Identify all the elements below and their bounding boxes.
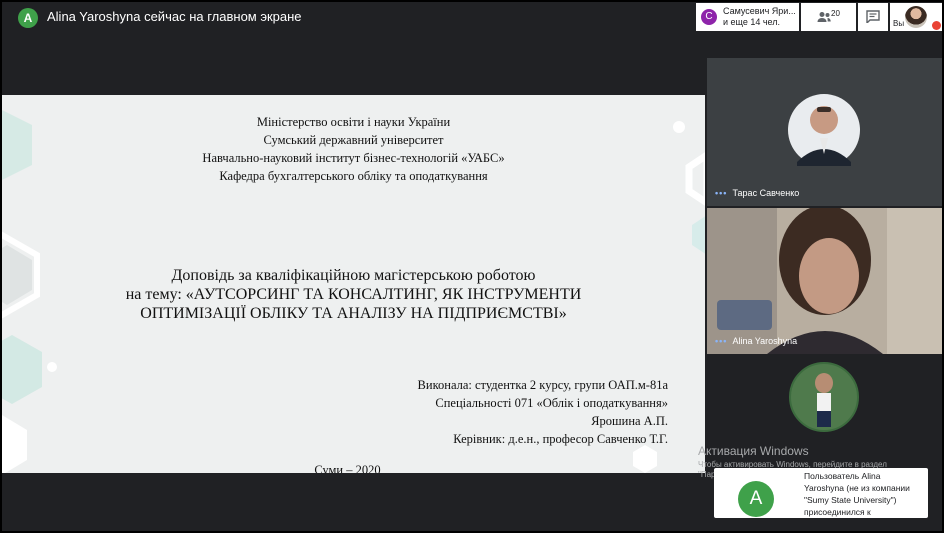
presenter-status: Alina Yaroshyna сейчас на главном экране — [47, 9, 302, 24]
self-avatar — [905, 6, 927, 28]
participant-name-text: Alina Yaroshyna — [732, 336, 798, 346]
participant-tile-savchenko[interactable]: ••• Тарас Савченко — [707, 58, 942, 206]
self-view-button[interactable]: Вы — [890, 3, 942, 31]
windows-activation-title: Активация Windows — [698, 444, 809, 458]
hexagon-decoration-dot — [47, 362, 57, 372]
slide-author-line-1: Виконала: студентка 2 курсу, групи ОАП.м… — [417, 378, 668, 392]
participant-video-yaroshyna — [707, 208, 942, 354]
self-label: Вы — [893, 19, 905, 28]
presenter-avatar: A — [18, 8, 38, 28]
meet-window: A Alina Yaroshyna сейчас на главном экра… — [2, 2, 942, 531]
participants-names: Самусевич Яри... — [723, 6, 795, 16]
chat-button[interactable] — [858, 3, 888, 31]
slide-ministry: Міністерство освіти і науки України — [256, 115, 451, 129]
toast-message: Пользователь Alina Yaroshyna (не из комп… — [804, 471, 910, 517]
people-button[interactable]: 20 — [801, 3, 856, 31]
join-notification[interactable]: A Пользователь Alina Yaroshyna (не из ко… — [714, 468, 928, 518]
mic-off-icon — [932, 21, 941, 30]
people-icon — [817, 12, 831, 22]
participant-name: ••• Alina Yaroshyna — [715, 336, 797, 346]
toast-avatar: A — [738, 481, 774, 517]
participants-summary: Самусевич Яри... и еще 14 чел. — [723, 6, 795, 28]
slide-department: Кафедра бухгалтерського обліку та оподат… — [219, 169, 488, 183]
participant-avatar: С — [701, 9, 717, 25]
slide-supervisor: Керівник: д.е.н., професор Савченко Т.Г. — [453, 432, 668, 446]
slide-university: Сумський державний університет — [263, 133, 444, 147]
participant-name-text: Тарас Савченко — [732, 188, 800, 198]
slide-author-line-2: Спеціальності 071 «Облік і оподаткування… — [435, 396, 668, 410]
participants-more: и еще 14 чел. — [723, 17, 781, 27]
slide-title-line-3: ОПТИМІЗАЦІЇ ОБЛІКУ ТА АНАЛІЗУ НА ПІДПРИЄ… — [140, 305, 567, 322]
slide-institute: Навчально-науковий інститут бізнес-техно… — [202, 151, 505, 165]
chat-icon — [866, 10, 880, 23]
presentation-slide: Міністерство освіти і науки України Сумс… — [2, 95, 705, 473]
participant-video-savchenko — [707, 58, 942, 206]
speaking-indicator-icon: ••• — [715, 336, 728, 346]
slide-title-line-2: на тему: «АУТСОРСИНГ ТА КОНСАЛТИНГ, ЯК І… — [125, 286, 582, 303]
participant-name: ••• Тарас Савченко — [715, 188, 799, 198]
slide-author-line-3: Ярошина А.П. — [591, 414, 668, 428]
speaking-indicator-icon: ••• — [715, 188, 728, 198]
top-bar: A Alina Yaroshyna сейчас на главном экра… — [2, 2, 942, 32]
participants-chip[interactable]: С Самусевич Яри... и еще 14 чел. — [696, 3, 799, 31]
participant-tile-yaroshyna[interactable]: ••• Alina Yaroshyna — [707, 208, 942, 354]
people-count: 20 — [831, 9, 840, 18]
slide-footer: Суми – 2020 — [314, 463, 381, 473]
slide-title-line-1: Доповідь за кваліфікаційною магістерсько… — [171, 267, 536, 284]
